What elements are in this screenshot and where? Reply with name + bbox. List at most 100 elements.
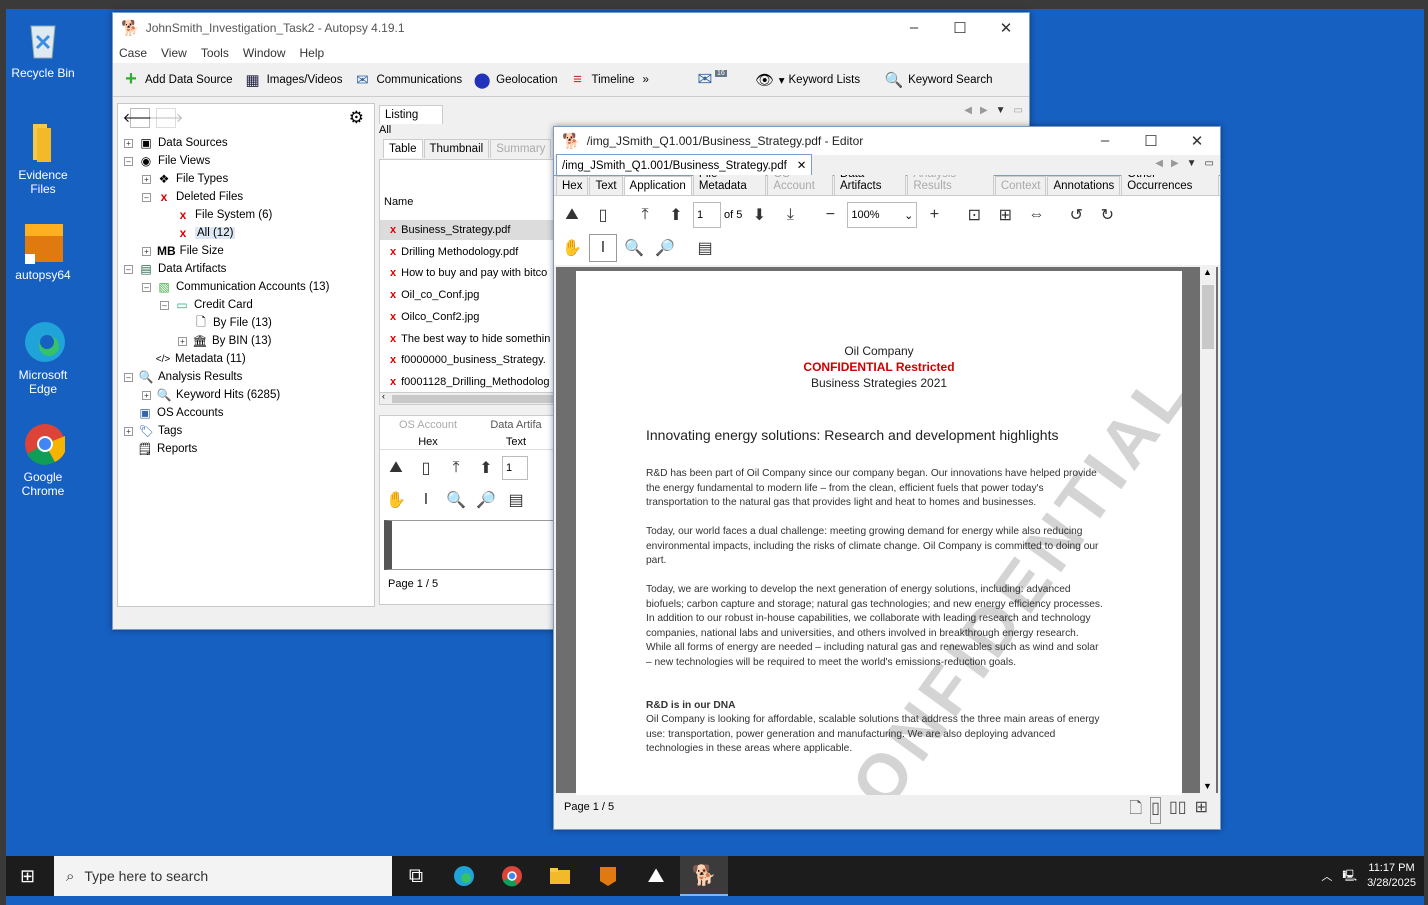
zoom-in-icon[interactable]: + bbox=[920, 201, 948, 229]
hand-tool-icon[interactable]: ✋ bbox=[382, 486, 410, 514]
tab-listing[interactable]: Listing bbox=[379, 105, 443, 124]
text-select-icon[interactable]: I bbox=[412, 486, 440, 514]
tree-item-all-deleted[interactable]: x All (12) bbox=[176, 224, 236, 242]
zoom-area-icon[interactable]: 🔍 bbox=[442, 486, 470, 514]
chevron-up-icon[interactable]: ︿ bbox=[1321, 868, 1332, 884]
windows-start-icon[interactable]: ⊞ bbox=[20, 866, 35, 887]
restore-icon[interactable]: ▭ bbox=[1205, 158, 1214, 169]
grid-view-icon[interactable]: ⊞ bbox=[1195, 797, 1208, 824]
zoom-area-icon[interactable]: 🔍 bbox=[620, 234, 648, 262]
tab-table[interactable]: Table bbox=[383, 139, 423, 158]
editor-minimize-button[interactable]: – bbox=[1082, 132, 1128, 150]
tree-item-communication-accounts[interactable]: – ▧ Communication Accounts (13) bbox=[142, 278, 329, 296]
keyword-search-button[interactable]: 🔍 Keyword Search bbox=[884, 70, 993, 90]
edge-taskbar-icon[interactable] bbox=[440, 856, 488, 896]
nav-left-icon[interactable]: ◀ bbox=[1155, 158, 1163, 169]
zoom-tool-icon[interactable]: 🔎 bbox=[651, 234, 679, 262]
file-explorer-icon[interactable] bbox=[536, 856, 584, 896]
prev-page-icon[interactable]: ⬆ bbox=[472, 454, 500, 482]
first-page-icon[interactable]: ⤒ bbox=[631, 201, 659, 229]
prev-page-icon[interactable]: ⬆ bbox=[662, 201, 690, 229]
tab-text[interactable]: Text bbox=[476, 436, 556, 448]
annotation-icon[interactable]: ▤ bbox=[502, 486, 530, 514]
annotation-icon[interactable]: ▤ bbox=[691, 234, 719, 262]
mail-notification-button[interactable]: ✉ 16 bbox=[695, 69, 727, 90]
toolbar-overflow-icon[interactable]: » bbox=[643, 74, 649, 86]
last-page-icon[interactable]: ⤓ bbox=[776, 201, 804, 229]
scroll-up-icon[interactable]: ▲ bbox=[1203, 267, 1212, 277]
menu-help[interactable]: Help bbox=[300, 46, 325, 60]
fit-page-icon[interactable]: ⊞ bbox=[991, 201, 1019, 229]
vertical-scrollbar[interactable]: ▲ ▼ bbox=[1200, 267, 1216, 793]
taskbar-search-box[interactable]: ⌕ Type here to search bbox=[54, 856, 392, 896]
communications-button[interactable]: ✉ Communications bbox=[352, 70, 462, 90]
menu-view[interactable]: View bbox=[161, 46, 187, 60]
editor-tab-annotations[interactable]: Annotations bbox=[1047, 176, 1121, 195]
desktop-icon-evidence-files[interactable]: Evidence Files bbox=[8, 120, 78, 196]
continuous-view-icon[interactable]: ▯ bbox=[1150, 797, 1161, 824]
tree-item-data-artifacts[interactable]: – ▤ Data Artifacts bbox=[124, 260, 226, 278]
tree-item-file-system[interactable]: x File System (6) bbox=[176, 206, 273, 224]
chrome-taskbar-icon[interactable] bbox=[488, 856, 536, 896]
nav-right-icon[interactable]: ▶ bbox=[1171, 158, 1179, 169]
editor-doc-tab[interactable]: /img_JSmith_Q1.001/Business_Strategy.pdf… bbox=[556, 154, 813, 175]
hand-tool-icon[interactable]: ✋ bbox=[558, 234, 586, 262]
tree-item-file-size[interactable]: + MB File Size bbox=[142, 242, 224, 260]
desktop-icon-recycle-bin[interactable]: Recycle Bin bbox=[8, 18, 78, 80]
settings-gear-icon[interactable]: ⚙ bbox=[349, 108, 364, 128]
menu-tools[interactable]: Tools bbox=[201, 46, 229, 60]
tree-item-by-file[interactable]: 🗋 By File (13) bbox=[194, 314, 272, 332]
nav-left-icon[interactable]: ◀ bbox=[964, 105, 972, 116]
tree-item-data-sources[interactable]: + ▣ Data Sources bbox=[124, 134, 228, 152]
collapse-icon[interactable]: – bbox=[142, 282, 151, 292]
rotate-left-icon[interactable]: ↺ bbox=[1062, 201, 1090, 229]
expand-icon[interactable]: + bbox=[178, 336, 187, 346]
tree-item-by-bin[interactable]: + 🏛 By BIN (13) bbox=[178, 332, 271, 350]
tab-summary[interactable]: Summary bbox=[490, 139, 552, 158]
network-icon[interactable]: 🖳 bbox=[1342, 867, 1357, 886]
menu-window[interactable]: Window bbox=[243, 46, 286, 60]
expand-icon[interactable]: + bbox=[124, 426, 133, 436]
tree-item-file-views[interactable]: – ◉ File Views bbox=[124, 152, 210, 170]
nav-right-icon[interactable]: ▶ bbox=[980, 105, 988, 116]
page-number-input[interactable]: 1 bbox=[693, 202, 721, 228]
tree-item-reports[interactable]: 🗒 Reports bbox=[137, 440, 197, 458]
timeline-button[interactable]: ≡ Timeline» bbox=[568, 70, 649, 90]
tree-item-deleted-files[interactable]: – x Deleted Files bbox=[142, 188, 243, 206]
restore-icon[interactable]: ▭ bbox=[1014, 105, 1023, 116]
tab-thumbnail[interactable]: Thumbnail bbox=[423, 139, 490, 158]
expand-icon[interactable]: + bbox=[142, 174, 151, 184]
rotate-right-icon[interactable]: ↻ bbox=[1093, 201, 1121, 229]
sidebar-icon[interactable]: ▯ bbox=[412, 454, 440, 482]
collapse-icon[interactable]: – bbox=[142, 192, 151, 202]
menu-case[interactable]: Case bbox=[119, 46, 147, 60]
tab-os-account[interactable]: OS Account bbox=[380, 419, 476, 431]
editor-tab-text[interactable]: Text bbox=[589, 176, 623, 195]
tree-item-os-accounts[interactable]: ▣ OS Accounts bbox=[138, 404, 223, 422]
scroll-thumb[interactable] bbox=[1202, 285, 1214, 349]
expand-icon[interactable]: + bbox=[124, 138, 133, 148]
keyword-lists-button[interactable]: 👁 ▾ Keyword Lists bbox=[755, 70, 860, 90]
next-page-icon[interactable]: ⬇ bbox=[745, 201, 773, 229]
back-arrow-icon[interactable]: 🡐 bbox=[123, 108, 157, 128]
tree-item-file-types[interactable]: + ❖ File Types bbox=[142, 170, 228, 188]
editor-maximize-button[interactable]: ☐ bbox=[1128, 132, 1174, 150]
table-row[interactable]: x f0000000_business_Strategy. bbox=[380, 350, 558, 370]
images-videos-button[interactable]: ▦ Images/Videos bbox=[243, 70, 343, 90]
desktop-icon-chrome[interactable]: Google Chrome bbox=[8, 422, 78, 498]
autopsy-active-taskbar-icon[interactable]: 🐕 bbox=[680, 856, 728, 896]
tab-hex[interactable]: Hex bbox=[380, 436, 476, 448]
collapse-icon[interactable]: – bbox=[160, 300, 169, 310]
maximize-button[interactable]: ☐ bbox=[937, 19, 983, 37]
zoom-tool-icon[interactable]: 🔎 bbox=[472, 486, 500, 514]
horizontal-scrollbar[interactable]: ‹ bbox=[380, 391, 558, 404]
sidebar-icon[interactable]: ▯ bbox=[589, 201, 617, 229]
table-row[interactable]: x The best way to hide somethin bbox=[380, 329, 558, 349]
mountain-app-icon[interactable]: ⛰ bbox=[632, 856, 680, 896]
table-row[interactable]: x Oil_co_Conf.jpg bbox=[380, 285, 558, 305]
forward-arrow-icon[interactable]: 🡒 bbox=[149, 108, 183, 128]
expand-icon[interactable]: + bbox=[142, 390, 151, 400]
scroll-down-icon[interactable]: ▼ bbox=[1203, 781, 1212, 791]
tree-item-credit-card[interactable]: – ▭ Credit Card bbox=[160, 296, 253, 314]
minimize-button[interactable]: – bbox=[891, 19, 937, 37]
